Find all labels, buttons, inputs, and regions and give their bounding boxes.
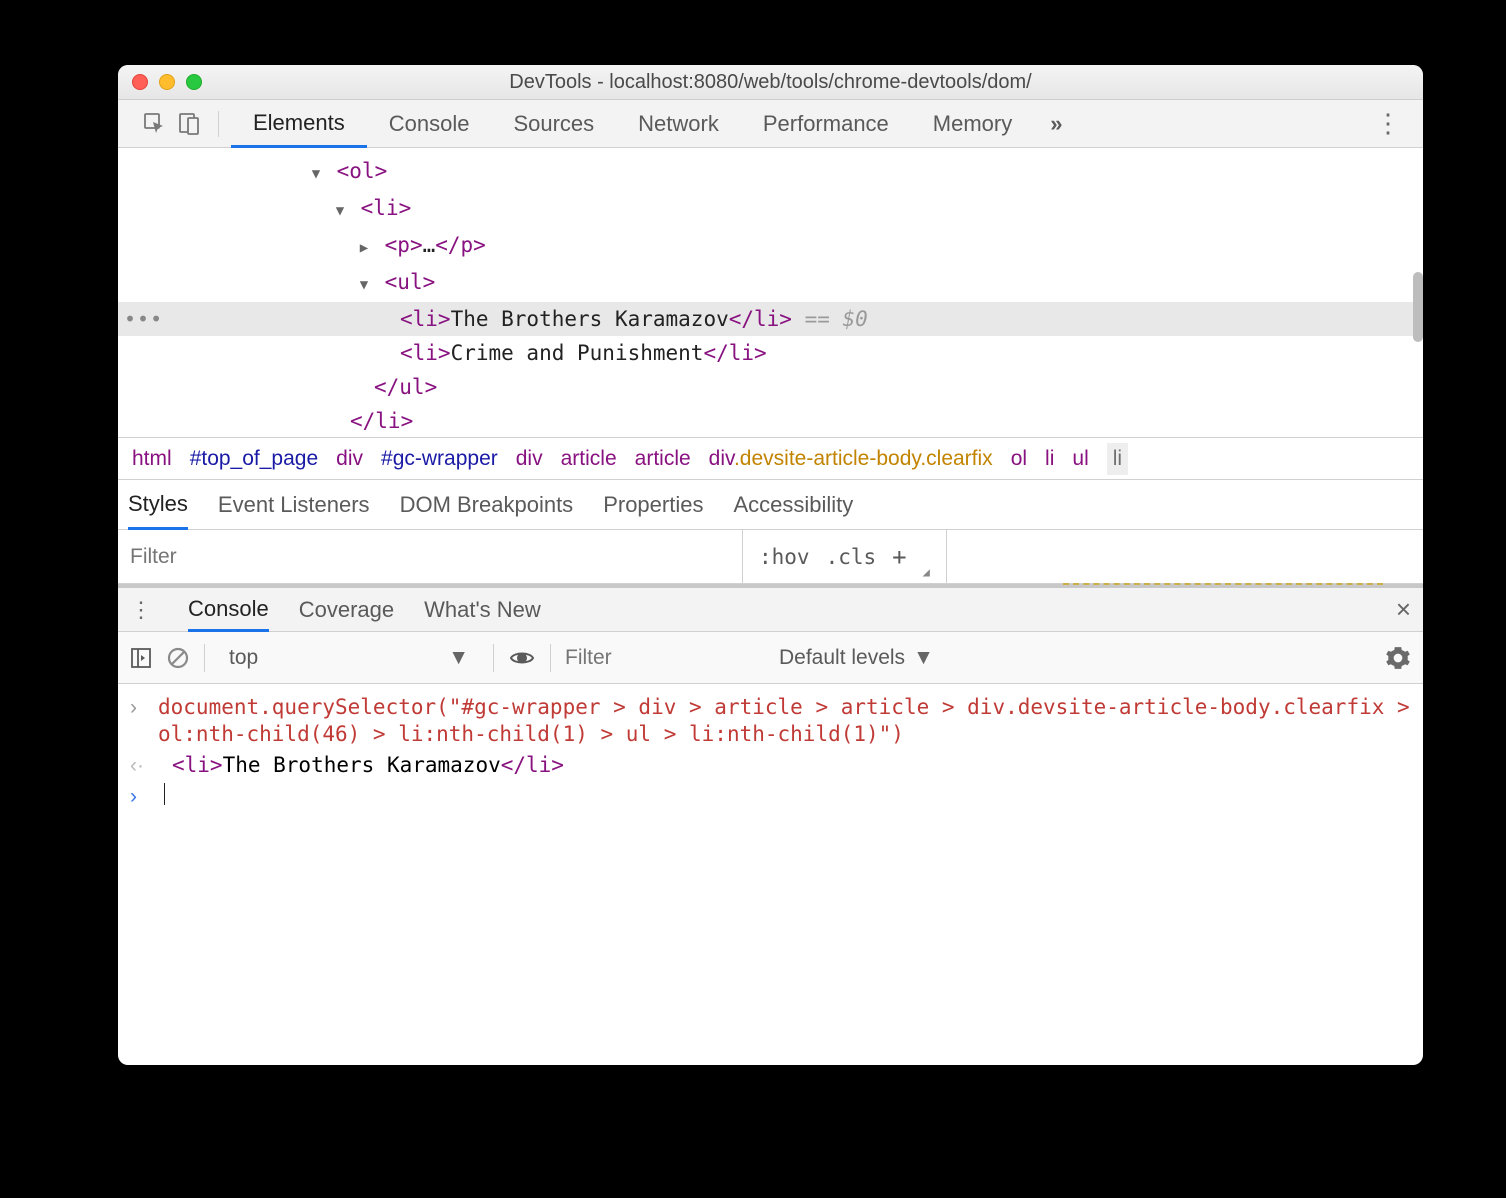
zoom-window-button[interactable] (186, 74, 202, 90)
dom-tree-line[interactable]: ▼ <ul> (118, 265, 1423, 302)
titlebar: DevTools - localhost:8080/web/tools/chro… (118, 65, 1423, 100)
new-style-rule-icon[interactable]: + (892, 543, 906, 571)
live-expression-icon[interactable] (508, 644, 536, 672)
more-tabs-icon[interactable]: » (1034, 111, 1078, 137)
separator (550, 644, 551, 672)
drawer-close-icon[interactable]: × (1396, 594, 1411, 625)
console-result-row[interactable]: ‹· <li>The Brothers Karamazov</li> (130, 750, 1411, 781)
separator (493, 644, 494, 672)
inspect-element-icon[interactable] (138, 107, 172, 141)
devtools-window: DevTools - localhost:8080/web/tools/chro… (118, 65, 1423, 1065)
breadcrumb-item[interactable]: article (561, 447, 617, 471)
style-preview-border (1063, 583, 1383, 587)
tab-console[interactable]: Console (367, 100, 492, 147)
window-title: DevTools - localhost:8080/web/tools/chro… (118, 71, 1423, 94)
main-menu-icon[interactable]: ⋮ (1365, 108, 1411, 139)
console-settings-icon[interactable] (1385, 645, 1411, 671)
row-actions-icon[interactable]: ••• (124, 303, 163, 335)
traffic-lights (132, 74, 202, 90)
cls-toggle[interactable]: .cls (826, 545, 877, 569)
separator (218, 111, 219, 137)
tab-network[interactable]: Network (616, 100, 741, 147)
dom-tree-line[interactable]: <li>Crime and Punishment</li> (118, 336, 1423, 370)
dom-tree-line[interactable]: </ul> (118, 370, 1423, 404)
breadcrumb-path: html #top_of_page div #gc-wrapper div article… (118, 438, 1423, 480)
drawer-tab-coverage[interactable]: Coverage (299, 597, 394, 623)
breadcrumb-item[interactable]: li (1045, 447, 1054, 471)
text-cursor (164, 783, 165, 805)
disclosure-triangle-icon[interactable]: ▼ (308, 158, 324, 190)
tab-sources[interactable]: Sources (491, 100, 616, 147)
disclosure-triangle-icon[interactable]: ▼ (332, 195, 348, 227)
styles-filter-row: :hov .cls + ◢ (118, 530, 1423, 584)
styles-filter-input[interactable] (118, 545, 742, 569)
breadcrumb-item[interactable]: li (1107, 443, 1128, 475)
close-window-button[interactable] (132, 74, 148, 90)
subtab-accessibility[interactable]: Accessibility (733, 492, 853, 518)
clear-console-icon[interactable] (166, 646, 190, 670)
console-command-row[interactable]: › document.querySelector("#gc-wrapper > … (130, 692, 1411, 750)
drawer-menu-icon[interactable]: ⋮ (130, 597, 152, 623)
disclosure-triangle-icon[interactable]: ▶ (356, 232, 372, 264)
dom-tree-line[interactable]: ▼ <ol> (118, 154, 1423, 191)
breadcrumb-item[interactable]: ol (1011, 447, 1027, 471)
breadcrumb-item[interactable]: div (336, 447, 363, 471)
resizer-icon[interactable]: ◢ (923, 565, 930, 579)
subtab-properties[interactable]: Properties (603, 492, 703, 518)
dom-tree-line[interactable]: •••<li>The Brothers Karamazov</li> == $0 (118, 302, 1423, 336)
breadcrumb-item[interactable]: ul (1072, 447, 1088, 471)
chevron-right-icon: › (130, 783, 144, 810)
dom-tree-line[interactable]: ▶ <p>…</p> (118, 228, 1423, 265)
result-indicator-icon: ‹· (130, 752, 144, 779)
subtab-styles[interactable]: Styles (128, 481, 188, 530)
console-command-text: document.querySelector("#gc-wrapper > di… (158, 694, 1411, 748)
separator (204, 644, 205, 672)
breadcrumb-item[interactable]: div (516, 447, 543, 471)
log-level-selector[interactable]: Default levels ▼ (779, 646, 934, 670)
drawer-tab-whatsnew[interactable]: What's New (424, 597, 541, 623)
breadcrumb-item[interactable]: html (132, 447, 172, 471)
dropdown-arrow-icon: ▼ (913, 646, 934, 670)
scrollbar-thumb[interactable] (1413, 272, 1423, 342)
dom-tree-panel[interactable]: ▼ <ol>▼ <li>▶ <p>…</p>▼ <ul>•••<li>The B… (118, 148, 1423, 438)
console-result-text: <li>The Brothers Karamazov</li> (158, 752, 564, 779)
breadcrumb-item[interactable]: #top_of_page (190, 447, 318, 471)
console-prompt[interactable]: › (130, 781, 1411, 812)
disclosure-triangle-icon[interactable]: ▼ (356, 269, 372, 301)
device-toggle-icon[interactable] (172, 107, 206, 141)
hov-toggle[interactable]: :hov (759, 545, 810, 569)
dom-tree-line[interactable]: </li> (118, 404, 1423, 438)
drawer-tab-console[interactable]: Console (188, 589, 269, 632)
dropdown-arrow-icon: ▼ (448, 646, 469, 670)
breadcrumb-item[interactable]: article (635, 447, 691, 471)
drawer-tab-strip: ⋮ Console Coverage What's New × (118, 584, 1423, 632)
log-level-label: Default levels (779, 646, 905, 670)
chevron-right-icon: › (130, 694, 144, 721)
console-toolbar: top ▼ Default levels ▼ (118, 632, 1423, 684)
minimize-window-button[interactable] (159, 74, 175, 90)
context-label: top (229, 646, 258, 670)
main-tab-strip: Elements Console Sources Network Perform… (118, 100, 1423, 148)
console-body[interactable]: › document.querySelector("#gc-wrapper > … (118, 684, 1423, 1065)
breadcrumb-item[interactable]: div.devsite-article-body.clearfix (709, 447, 993, 471)
context-selector[interactable]: top ▼ (219, 646, 479, 670)
tab-elements[interactable]: Elements (231, 101, 367, 148)
styles-tab-strip: Styles Event Listeners DOM Breakpoints P… (118, 480, 1423, 530)
subtab-dom-breakpoints[interactable]: DOM Breakpoints (400, 492, 574, 518)
dom-tree-line[interactable]: ▼ <li> (118, 191, 1423, 228)
breadcrumb-item[interactable]: #gc-wrapper (381, 447, 498, 471)
tab-performance[interactable]: Performance (741, 100, 911, 147)
tab-memory[interactable]: Memory (911, 100, 1034, 147)
console-sidebar-toggle-icon[interactable] (130, 647, 152, 669)
subtab-event-listeners[interactable]: Event Listeners (218, 492, 370, 518)
console-filter-input[interactable] (565, 646, 765, 670)
